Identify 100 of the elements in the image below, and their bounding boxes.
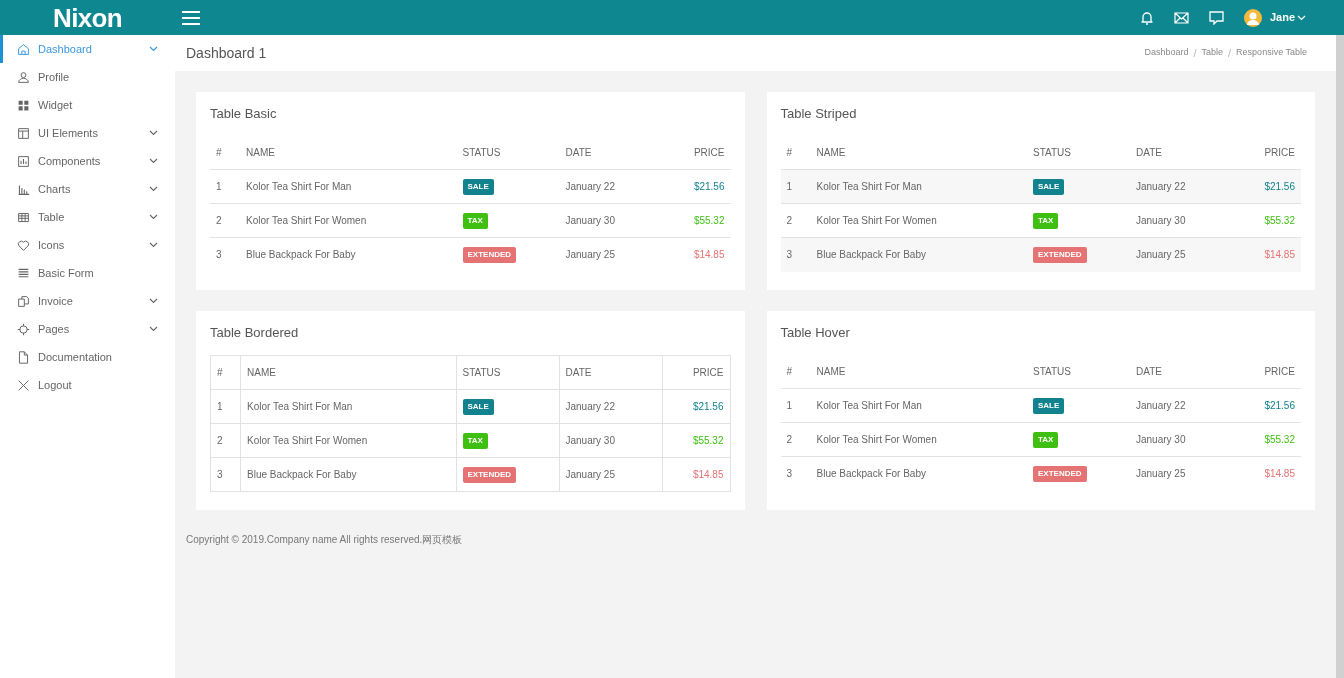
row-number: 2 — [210, 423, 241, 457]
price-cell: $55.32 — [662, 203, 731, 238]
product-name: Blue Backpack For Baby — [810, 237, 1027, 272]
sidebar-item[interactable]: Pages — [0, 315, 175, 343]
column-header: DATE — [559, 135, 663, 170]
price-cell: $55.32 — [1233, 422, 1301, 457]
price-cell: $14.85 — [662, 457, 730, 491]
menu-icon[interactable] — [182, 10, 200, 25]
row-number: 1 — [210, 389, 241, 423]
status-badge: SALE — [1033, 398, 1065, 414]
column-header: PRICE — [1233, 135, 1301, 170]
sidebar-item[interactable]: Profile — [0, 63, 175, 91]
status-badge: EXTENDED — [462, 466, 517, 483]
column-header: PRICE — [662, 135, 731, 170]
column-header: DATE — [559, 355, 662, 389]
chat-icon[interactable] — [1208, 10, 1224, 25]
column-header: NAME — [240, 355, 456, 389]
column-header: STATUS — [1027, 135, 1130, 170]
status-badge: EXTENDED — [1033, 247, 1087, 264]
breadcrumb-link[interactable]: Table — [1201, 46, 1224, 60]
user-icon — [17, 70, 30, 84]
price-cell: $21.56 — [662, 389, 730, 423]
product-name: Kolor Tea Shirt For Man — [810, 388, 1027, 423]
product-name: Blue Backpack For Baby — [810, 456, 1027, 491]
price-cell: $14.85 — [1233, 456, 1301, 491]
sidebar-item[interactable]: Charts — [0, 175, 175, 203]
logo[interactable]: Nixon — [53, 4, 122, 31]
row-number: 2 — [780, 203, 811, 238]
product-name: Blue Backpack For Baby — [240, 457, 456, 491]
product-name: Kolor Tea Shirt For Women — [810, 203, 1027, 238]
sidebar-item[interactable]: Invoice — [0, 287, 175, 315]
date-cell: January 25 — [559, 457, 662, 491]
row-number: 3 — [210, 237, 240, 272]
breadcrumb-link[interactable]: Dashboard — [1144, 46, 1189, 60]
bars-icon — [17, 182, 30, 196]
avatar-icon[interactable] — [1243, 8, 1262, 27]
date-cell: January 30 — [1130, 422, 1233, 457]
mail-icon[interactable] — [1173, 11, 1189, 24]
sidebar-item[interactable]: Widget — [0, 91, 175, 119]
date-cell: January 25 — [559, 237, 663, 272]
date-cell: January 30 — [1130, 203, 1233, 238]
page-title: Dashboard 1 — [186, 43, 267, 63]
scrollbar[interactable] — [1336, 35, 1344, 678]
target-icon — [17, 322, 30, 336]
row-number: 1 — [210, 169, 240, 204]
row-number: 2 — [210, 203, 240, 238]
sidebar-item[interactable]: Table — [0, 203, 175, 231]
date-cell: January 30 — [559, 423, 662, 457]
date-cell: January 25 — [1130, 456, 1233, 491]
sidebar-item[interactable]: Icons — [0, 231, 175, 259]
product-name: Kolor Tea Shirt For Man — [810, 169, 1027, 204]
column-header: # — [780, 354, 811, 389]
copyright-text: Copyright © 2019.Company name All rights reserved.网页模板 — [185, 533, 464, 547]
sidebar-item[interactable]: UI Elements — [0, 119, 175, 147]
column-header: STATUS — [1027, 354, 1130, 389]
status-badge: SALE — [462, 179, 494, 195]
status-badge: TAX — [1033, 432, 1059, 448]
layout-icon — [17, 126, 30, 140]
sidebar-item[interactable]: Documentation — [0, 343, 175, 371]
date-cell: January 22 — [1130, 388, 1233, 423]
product-name: Kolor Tea Shirt For Women — [240, 203, 457, 238]
row-number: 3 — [780, 456, 811, 491]
column-header: DATE — [1130, 135, 1233, 170]
sidebar-item[interactable]: Components — [0, 147, 175, 175]
product-name: Kolor Tea Shirt For Women — [810, 422, 1027, 457]
status-badge: SALE — [462, 398, 494, 415]
column-header: DATE — [1130, 354, 1233, 389]
row-number: 3 — [210, 457, 241, 491]
date-cell: January 22 — [559, 169, 663, 204]
date-cell: January 30 — [559, 203, 663, 238]
user-menu[interactable]: Jane — [1269, 9, 1306, 26]
bell-icon[interactable] — [1139, 10, 1154, 25]
sidebar-item[interactable]: Basic Form — [0, 259, 175, 287]
table-icon — [17, 210, 30, 224]
chevron-icon — [1297, 14, 1306, 21]
x-icon — [17, 378, 30, 392]
column-header: # — [780, 135, 811, 170]
column-header: PRICE — [662, 355, 730, 389]
card-title: Table Striped — [780, 105, 858, 123]
breadcrumb-link[interactable]: Responsive Table — [1236, 46, 1307, 60]
home-icon — [17, 42, 30, 56]
chart-box-icon — [17, 154, 30, 168]
status-badge: SALE — [1033, 179, 1065, 195]
product-name: Kolor Tea Shirt For Man — [240, 169, 457, 204]
column-header: # — [210, 135, 240, 170]
product-name: Blue Backpack For Baby — [240, 237, 457, 272]
date-cell: January 22 — [559, 389, 662, 423]
column-header: NAME — [810, 135, 1027, 170]
breadcrumb-separator: / — [1193, 45, 1197, 61]
row-number: 1 — [780, 388, 811, 423]
price-cell: $14.85 — [662, 237, 731, 272]
form-icon — [17, 266, 30, 280]
card-title: Table Hover — [780, 324, 851, 342]
product-name: Kolor Tea Shirt For Women — [240, 423, 456, 457]
column-header: # — [210, 355, 241, 389]
price-cell: $55.32 — [1233, 203, 1301, 238]
sidebar-item[interactable]: Logout — [0, 371, 175, 399]
copy-icon — [17, 294, 30, 308]
date-cell: January 22 — [1130, 169, 1233, 204]
column-header: NAME — [810, 354, 1027, 389]
